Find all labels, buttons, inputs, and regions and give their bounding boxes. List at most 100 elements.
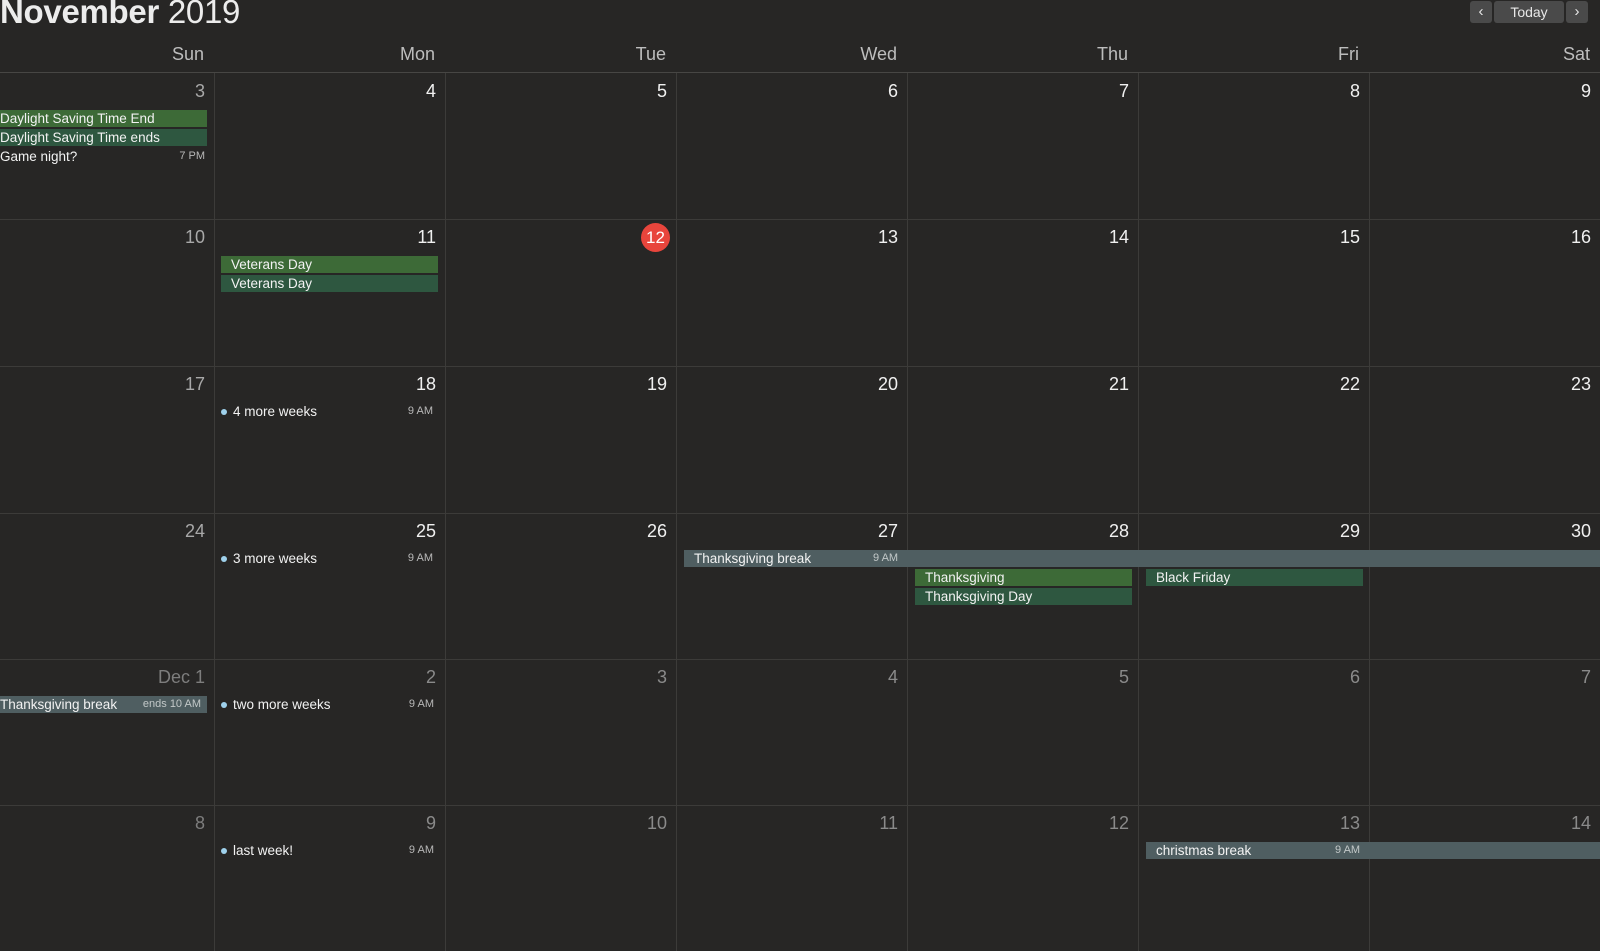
- event-title: Veterans Day: [231, 276, 313, 291]
- event-title: 4 more weeks: [233, 404, 318, 419]
- event-title: Game night?: [0, 149, 78, 164]
- event-time: 9 AM: [407, 405, 433, 417]
- date-cell-label[interactable]: Dec 1: [0, 665, 214, 689]
- date-cell-label[interactable]: 13: [676, 225, 907, 249]
- event-game-night[interactable]: Game night? 7 PM: [0, 148, 211, 165]
- event-daylight-saving-time-end[interactable]: Daylight Saving Time End: [0, 110, 207, 127]
- date-cell-label[interactable]: 6: [676, 79, 907, 103]
- event-time: 9 AM: [873, 552, 899, 564]
- date-cell-label[interactable]: 25: [214, 519, 445, 543]
- event-veterans-day[interactable]: Veterans Day: [221, 256, 438, 273]
- row-divider: [0, 366, 1600, 367]
- event-title: christmas break: [1156, 843, 1252, 858]
- row-divider: [0, 219, 1600, 220]
- event-time: 9 AM: [1335, 844, 1361, 856]
- event-4-more-weeks[interactable]: 4 more weeks 9 AM: [214, 403, 439, 420]
- date-cell-label[interactable]: 4: [676, 665, 907, 689]
- date-cell-label[interactable]: 8: [0, 811, 214, 835]
- date-cell-label[interactable]: 11: [214, 225, 445, 249]
- month-title: November 2019: [0, 0, 240, 34]
- date-cell-label[interactable]: 26: [445, 519, 676, 543]
- event-title: Veterans Day: [231, 257, 313, 272]
- event-christmas-break[interactable]: christmas break 9 AM: [1146, 842, 1600, 859]
- event-title: Black Friday: [1156, 570, 1231, 585]
- weekday-sat: Sat: [1562, 44, 1590, 64]
- event-time: 7 PM: [179, 150, 205, 162]
- reminder-dot-icon: [221, 702, 227, 708]
- event-thanksgiving[interactable]: Thanksgiving: [915, 569, 1132, 586]
- reminder-dot-icon: [221, 556, 227, 562]
- date-cell-label[interactable]: 27: [676, 519, 907, 543]
- grid-top-divider: [0, 72, 1600, 73]
- date-cell-label[interactable]: 15: [1138, 225, 1369, 249]
- date-cell-label[interactable]: 22: [1138, 372, 1369, 396]
- date-cell-label[interactable]: 10: [0, 225, 214, 249]
- date-cell-label[interactable]: 20: [676, 372, 907, 396]
- chevron-right-icon[interactable]: ›: [1566, 1, 1588, 23]
- event-last-week[interactable]: last week! 9 AM: [214, 842, 440, 859]
- event-time: ends 10 AM: [142, 698, 201, 710]
- date-cell-label[interactable]: 17: [0, 372, 214, 396]
- event-black-friday[interactable]: Black Friday: [1146, 569, 1363, 586]
- event-time: 9 AM: [408, 844, 434, 856]
- event-title: two more weeks: [233, 697, 331, 712]
- month-name: November: [0, 0, 159, 30]
- date-cell-label[interactable]: 7: [1369, 665, 1600, 689]
- date-cell-label[interactable]: 8: [1138, 79, 1369, 103]
- date-cell-label[interactable]: 18: [214, 372, 445, 396]
- month-navigation: ‹ Today ›: [1470, 1, 1588, 23]
- date-cell-label[interactable]: 3: [445, 665, 676, 689]
- date-cell-label[interactable]: 14: [907, 225, 1138, 249]
- date-cell-label[interactable]: 19: [445, 372, 676, 396]
- event-3-more-weeks[interactable]: 3 more weeks 9 AM: [214, 550, 439, 567]
- event-thanksgiving-day[interactable]: Thanksgiving Day: [915, 588, 1132, 605]
- event-title: Thanksgiving: [925, 570, 1005, 585]
- date-cell-label[interactable]: 3: [0, 79, 214, 103]
- date-cell-label[interactable]: 6: [1138, 665, 1369, 689]
- event-veterans-day-2[interactable]: Veterans Day: [221, 275, 438, 292]
- row-divider: [0, 659, 1600, 660]
- date-cell-label[interactable]: 11: [676, 811, 907, 835]
- event-time: 9 AM: [408, 698, 434, 710]
- event-thanksgiving-break-end[interactable]: Thanksgiving break ends 10 AM: [0, 696, 207, 713]
- date-cell-label[interactable]: 9: [214, 811, 445, 835]
- event-title: Daylight Saving Time End: [0, 111, 155, 126]
- chevron-left-icon[interactable]: ‹: [1470, 1, 1492, 23]
- reminder-dot-icon: [221, 848, 227, 854]
- weekday-wed: Wed: [860, 44, 897, 64]
- date-cell-label[interactable]: 12: [907, 811, 1138, 835]
- event-thanksgiving-break[interactable]: Thanksgiving break 9 AM: [684, 550, 1600, 567]
- row-divider: [0, 805, 1600, 806]
- today-button[interactable]: Today: [1494, 1, 1564, 23]
- event-title: last week!: [233, 843, 294, 858]
- event-title: Thanksgiving break: [694, 551, 812, 566]
- event-title: 3 more weeks: [233, 551, 318, 566]
- weekday-sun: Sun: [171, 44, 204, 64]
- date-cell-label[interactable]: 14: [1369, 811, 1600, 835]
- date-cell-label[interactable]: 5: [445, 79, 676, 103]
- date-cell-label[interactable]: 24: [0, 519, 214, 543]
- weekday-mon: Mon: [399, 44, 435, 64]
- today-date-marker[interactable]: 12: [641, 223, 670, 252]
- date-cell-label[interactable]: 16: [1369, 225, 1600, 249]
- date-cell-label[interactable]: 28: [907, 519, 1138, 543]
- event-two-more-weeks[interactable]: two more weeks 9 AM: [214, 696, 440, 713]
- date-cell-label[interactable]: 29: [1138, 519, 1369, 543]
- date-cell-label[interactable]: 23: [1369, 372, 1600, 396]
- date-cell-label[interactable]: 10: [445, 811, 676, 835]
- reminder-dot-icon: [221, 409, 227, 415]
- date-cell-label[interactable]: 9: [1369, 79, 1600, 103]
- date-cell-label[interactable]: 13: [1138, 811, 1369, 835]
- date-cell-label[interactable]: 5: [907, 665, 1138, 689]
- event-title: Daylight Saving Time ends: [0, 130, 160, 145]
- weekday-fri: Fri: [1338, 44, 1359, 64]
- event-time: 9 AM: [407, 552, 433, 564]
- date-cell-label[interactable]: 2: [214, 665, 445, 689]
- date-cell-label[interactable]: 7: [907, 79, 1138, 103]
- event-daylight-saving-time-ends[interactable]: Daylight Saving Time ends: [0, 129, 207, 146]
- row-divider: [0, 513, 1600, 514]
- date-cell-label[interactable]: 21: [907, 372, 1138, 396]
- date-cell-label[interactable]: 4: [214, 79, 445, 103]
- weekday-tue: Tue: [635, 44, 666, 64]
- date-cell-label[interactable]: 30: [1369, 519, 1600, 543]
